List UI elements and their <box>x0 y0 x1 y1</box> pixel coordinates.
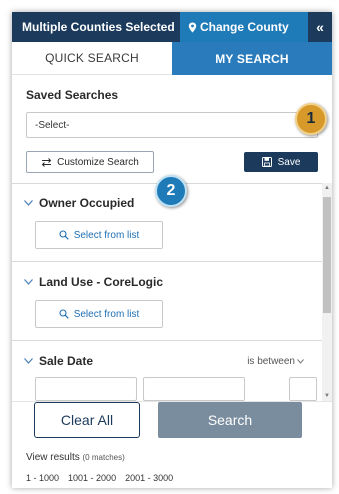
result-page-links: 1 - 1000 1001 - 2000 2001 - 3000 <box>12 473 332 483</box>
floppy-disk-icon <box>261 157 272 167</box>
page-link[interactable]: 2001 - 3000 <box>125 473 173 483</box>
callout-badge-2: 2 <box>155 175 187 207</box>
filter-title: Sale Date <box>39 354 94 368</box>
start-date-input[interactable] <box>35 377 137 401</box>
callout-badge-1: 1 <box>295 103 327 135</box>
saved-actions: Customize Search Save <box>26 151 318 173</box>
select-from-list-button[interactable]: Select from list <box>35 300 163 328</box>
filter-title: Owner Occupied <box>39 196 135 210</box>
collapse-panel-button[interactable]: « <box>308 12 332 42</box>
counties-title: Multiple Counties Selected <box>22 20 175 34</box>
save-button[interactable]: Save <box>244 152 318 172</box>
select-from-list-button[interactable]: Select from list <box>35 221 163 249</box>
filter-sale-date: Sale Date is between <box>12 341 332 401</box>
chevron-down-icon <box>24 279 33 285</box>
page-link[interactable]: 1 - 1000 <box>26 473 59 483</box>
scrollbar[interactable]: ▲ ▼ <box>322 183 332 401</box>
search-icon <box>59 230 69 240</box>
operator-value: is between <box>247 355 295 367</box>
chevron-down-icon <box>297 358 304 364</box>
select-from-list-label: Select from list <box>73 229 140 241</box>
saved-searches-section: Saved Searches -Select- Customize Search… <box>12 75 332 184</box>
view-results-label: View results <box>26 452 80 463</box>
customize-search-button[interactable]: Customize Search <box>26 151 154 173</box>
results-footer: Clear All Search View results (0 matches… <box>12 401 332 488</box>
filter-land-use: Land Use - CoreLogic Select from list <box>12 262 332 341</box>
customize-search-label: Customize Search <box>57 156 139 168</box>
select-from-list-label: Select from list <box>73 308 140 320</box>
save-label: Save <box>277 156 301 168</box>
search-tabs: QUICK SEARCH MY SEARCH <box>12 42 332 75</box>
scrollbar-thumb[interactable] <box>323 197 331 313</box>
chevron-down-icon <box>24 200 33 206</box>
view-results: View results (0 matches) <box>12 452 332 463</box>
map-pin-icon <box>188 22 197 33</box>
scroll-down-arrow[interactable]: ▼ <box>322 393 332 399</box>
page-link[interactable]: 1001 - 2000 <box>68 473 116 483</box>
saved-search-select[interactable]: -Select- <box>26 112 318 138</box>
filter-header[interactable]: Land Use - CoreLogic <box>24 262 318 289</box>
search-icon <box>59 309 69 319</box>
tab-my-search[interactable]: MY SEARCH <box>172 42 332 75</box>
filter-header-left: Sale Date <box>24 354 93 368</box>
footer-actions: Clear All Search <box>12 402 332 438</box>
saved-searches-label: Saved Searches <box>26 88 119 102</box>
search-button[interactable]: Search <box>158 402 302 438</box>
scroll-up-arrow[interactable]: ▲ <box>322 185 332 191</box>
filter-list[interactable]: Owner Occupied Select from list Land Use… <box>12 183 332 401</box>
date-extra-input[interactable] <box>289 377 317 401</box>
tab-quick-search[interactable]: QUICK SEARCH <box>12 42 172 75</box>
search-panel: Multiple Counties Selected Change County… <box>12 12 332 488</box>
clear-all-button[interactable]: Clear All <box>34 402 140 438</box>
match-count: (0 matches) <box>82 453 125 462</box>
chevron-down-icon <box>24 358 33 364</box>
operator-dropdown[interactable]: is between <box>247 356 304 367</box>
date-range-inputs <box>35 377 318 401</box>
saved-search-select-value: -Select- <box>35 119 70 131</box>
top-bar: Multiple Counties Selected Change County… <box>12 12 332 42</box>
filter-header[interactable]: Sale Date is between <box>24 341 318 368</box>
change-county-label: Change County <box>200 20 289 34</box>
swap-arrows-icon <box>41 157 52 167</box>
filter-title: Land Use - CoreLogic <box>39 275 164 289</box>
change-county-button[interactable]: Change County <box>180 12 308 42</box>
end-date-input[interactable] <box>143 377 245 401</box>
